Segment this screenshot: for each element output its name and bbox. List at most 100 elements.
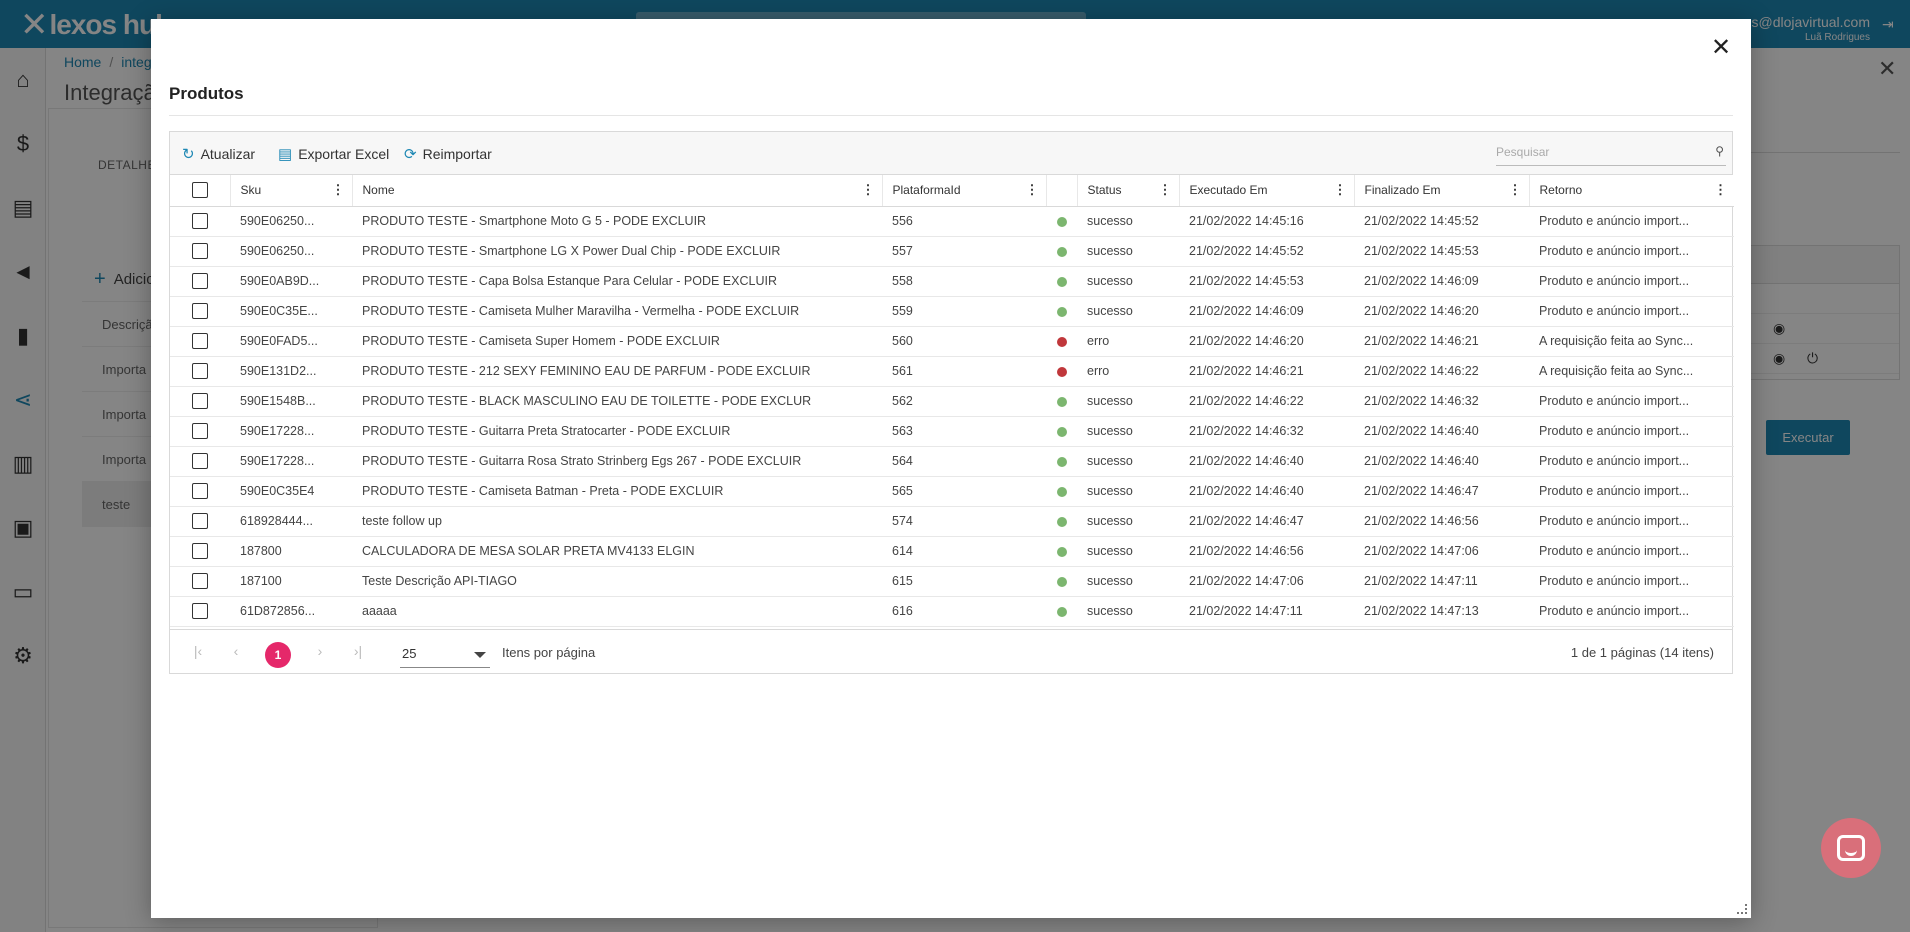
table-row[interactable]: 590E06250... PRODUTO TESTE - Smartphone M… [170, 206, 1734, 237]
row-checkbox[interactable] [192, 453, 208, 469]
column-header-retorno[interactable]: Retorno ⋮ [1529, 175, 1734, 207]
cell-sku: 590E06250... [230, 236, 352, 267]
row-checkbox[interactable] [192, 573, 208, 589]
reimport-button[interactable]: ⟳ Reimportar [404, 132, 492, 175]
cell-status-dot [1046, 416, 1077, 447]
resize-handle[interactable] [1737, 904, 1747, 914]
first-page-icon[interactable]: |‹ [188, 643, 208, 659]
search-input[interactable] [1496, 140, 1696, 164]
modal-close-icon[interactable]: ✕ [1709, 36, 1733, 61]
table-row[interactable]: 590E131D2... PRODUTO TESTE - 212 SEXY FEM… [170, 356, 1734, 387]
chat-launcher-button[interactable] [1821, 818, 1881, 878]
column-menu-icon[interactable]: ⋮ [1159, 183, 1172, 197]
cell-status: sucesso [1077, 386, 1179, 417]
row-select-cell [170, 206, 230, 237]
table-row[interactable]: 187800 CALCULADORA DE MESA SOLAR PRETA MV… [170, 536, 1734, 567]
cell-retorno: Produto e anúncio import... [1529, 536, 1734, 567]
cell-status-dot [1046, 296, 1077, 327]
row-checkbox[interactable] [192, 363, 208, 379]
row-checkbox[interactable] [192, 603, 208, 619]
row-checkbox[interactable] [192, 513, 208, 529]
cell-retorno: Produto e anúncio import... [1529, 236, 1734, 267]
cell-plataforma: 556 [882, 206, 1046, 237]
column-menu-icon[interactable]: ⋮ [862, 183, 875, 197]
column-header-executado[interactable]: Executado Em ⋮ [1179, 175, 1355, 207]
export-label: Exportar Excel [298, 145, 390, 162]
current-page-button[interactable]: 1 [265, 642, 291, 668]
column-header-sku[interactable]: Sku ⋮ [230, 175, 353, 207]
row-checkbox[interactable] [192, 303, 208, 319]
table-row[interactable]: 590E0FAD5... PRODUTO TESTE - Camiseta Sup… [170, 326, 1734, 357]
status-dot-icon [1056, 216, 1067, 227]
row-checkbox[interactable] [192, 213, 208, 229]
last-page-icon[interactable]: ›| [348, 643, 368, 659]
table-row[interactable]: 590E0C35E4 PRODUTO TESTE - Camiseta Batma… [170, 476, 1734, 507]
row-checkbox[interactable] [192, 483, 208, 499]
table-row[interactable]: 590E0C35E... PRODUTO TESTE - Camiseta Mul… [170, 296, 1734, 327]
cell-retorno: Produto e anúncio import... [1529, 566, 1734, 597]
column-label: Status [1087, 183, 1122, 198]
cell-finalizado: 21/02/2022 14:46:40 [1354, 416, 1529, 447]
cell-sku: 590E0C35E... [230, 296, 352, 327]
cell-executado: 21/02/2022 14:47:06 [1179, 566, 1354, 597]
cell-status: sucesso [1077, 266, 1179, 297]
row-select-cell [170, 506, 230, 537]
cell-plataforma: 564 [882, 446, 1046, 477]
column-label: Executado Em [1189, 183, 1268, 198]
next-page-icon[interactable]: › [310, 643, 330, 659]
refresh-icon: ↻ [182, 145, 195, 163]
search-icon[interactable]: ⚲ [1715, 144, 1724, 158]
cell-finalizado: 21/02/2022 14:45:52 [1354, 206, 1529, 237]
table-body: 590E06250... PRODUTO TESTE - Smartphone M… [170, 206, 1734, 627]
row-select-cell [170, 266, 230, 297]
column-menu-icon[interactable]: ⋮ [1509, 183, 1522, 197]
table-row[interactable]: 590E1548B... PRODUTO TESTE - BLACK MASCUL… [170, 386, 1734, 417]
column-menu-icon[interactable]: ⋮ [1334, 183, 1347, 197]
status-dot-icon [1056, 546, 1067, 557]
table-row[interactable]: 590E06250... PRODUTO TESTE - Smartphone L… [170, 236, 1734, 267]
column-header-finalizado[interactable]: Finalizado Em ⋮ [1354, 175, 1530, 207]
row-checkbox[interactable] [192, 393, 208, 409]
cell-status: sucesso [1077, 446, 1179, 477]
column-menu-icon[interactable]: ⋮ [1026, 183, 1039, 197]
column-header-plataforma[interactable]: PlataformaId ⋮ [882, 175, 1047, 207]
table-row[interactable]: 61D872856... aaaaa 616 sucesso 21/02/2022 14… [170, 596, 1734, 627]
cell-finalizado: 21/02/2022 14:45:53 [1354, 236, 1529, 267]
prev-page-icon[interactable]: ‹ [226, 643, 246, 659]
row-checkbox[interactable] [192, 543, 208, 559]
row-checkbox[interactable] [192, 243, 208, 259]
table-row[interactable]: 590E17228... PRODUTO TESTE - Guitarra Ros… [170, 446, 1734, 477]
column-menu-icon[interactable]: ⋮ [1714, 183, 1727, 197]
cell-retorno: Produto e anúncio import... [1529, 416, 1734, 447]
cell-retorno: A requisição feita ao Sync... [1529, 326, 1734, 357]
cell-sku: 590E17228... [230, 416, 352, 447]
row-checkbox[interactable] [192, 333, 208, 349]
cell-executado: 21/02/2022 14:46:09 [1179, 296, 1354, 327]
table-row[interactable]: 590E17228... PRODUTO TESTE - Guitarra Pre… [170, 416, 1734, 447]
page-size-select[interactable]: 25 [400, 640, 490, 668]
table-row[interactable]: 187100 Teste Descrição API-TIAGO 615 sucess… [170, 566, 1734, 597]
table-row[interactable]: 590E0AB9D... PRODUTO TESTE - Capa Bolsa E… [170, 266, 1734, 297]
refresh-button[interactable]: ↻ Atualizar [182, 132, 255, 175]
cell-nome: PRODUTO TESTE - Capa Bolsa Estanque Para… [352, 266, 882, 297]
select-all-header [170, 175, 231, 207]
column-menu-icon[interactable]: ⋮ [332, 183, 345, 197]
cell-sku: 590E17228... [230, 446, 352, 477]
column-header-nome[interactable]: Nome ⋮ [352, 175, 883, 207]
select-all-checkbox[interactable] [191, 182, 208, 199]
row-checkbox[interactable] [192, 273, 208, 289]
column-header-status[interactable]: Status ⋮ [1077, 175, 1180, 207]
row-select-cell [170, 476, 230, 507]
cell-executado: 21/02/2022 14:46:20 [1179, 326, 1354, 357]
status-dot-icon [1056, 486, 1067, 497]
row-select-cell [170, 326, 230, 357]
cell-plataforma: 574 [882, 506, 1046, 537]
table-row[interactable]: 618928444... teste follow up 574 sucesso 21/… [170, 506, 1734, 537]
row-checkbox[interactable] [192, 423, 208, 439]
cell-nome: CALCULADORA DE MESA SOLAR PRETA MV4133 E… [352, 536, 882, 567]
page-size-value: 25 [402, 646, 417, 661]
export-excel-button[interactable]: ▤ Exportar Excel [278, 132, 389, 175]
caret-down-icon [474, 652, 486, 658]
cell-finalizado: 21/02/2022 14:46:32 [1354, 386, 1529, 417]
cell-executado: 21/02/2022 14:46:47 [1179, 506, 1354, 537]
